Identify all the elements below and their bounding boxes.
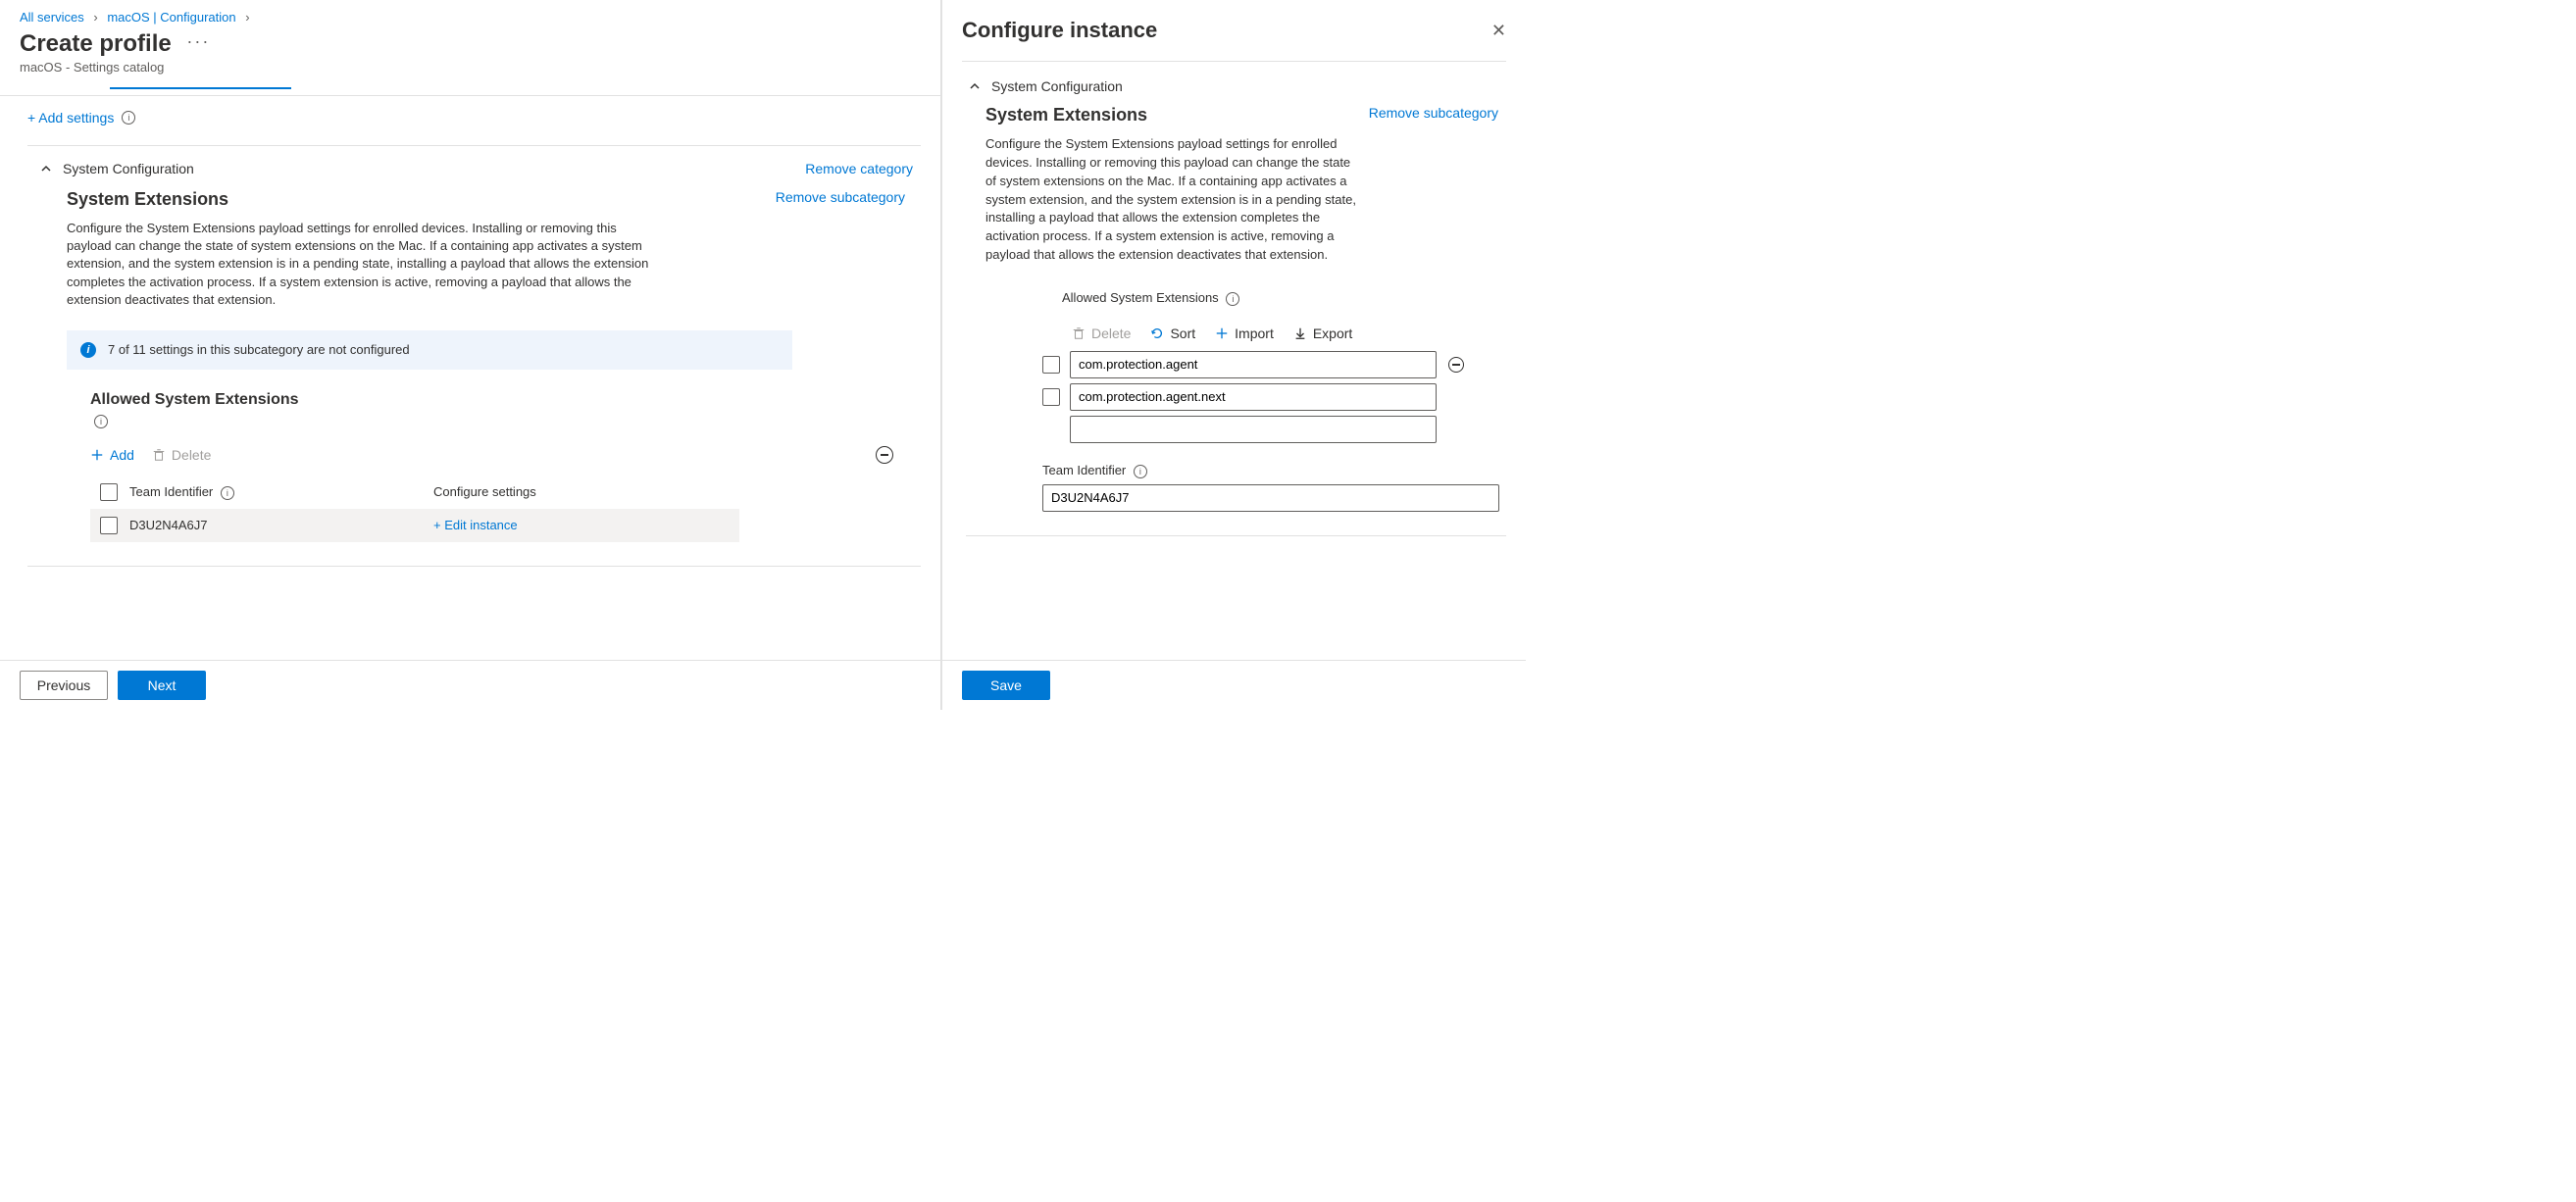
row-checkbox[interactable] <box>100 517 118 534</box>
info-icon[interactable]: i <box>94 415 108 428</box>
plus-icon <box>90 448 104 462</box>
breadcrumb: All services › macOS | Configuration › <box>0 0 940 30</box>
trash-icon <box>1072 326 1086 340</box>
info-icon[interactable]: i <box>122 111 135 125</box>
add-button[interactable]: Add <box>90 447 134 463</box>
subcategory-description: Configure the System Extensions payload … <box>67 220 655 309</box>
page-subtitle: macOS - Settings catalog <box>20 60 921 75</box>
col-configure-settings: Configure settings <box>433 484 730 499</box>
ext-input-1[interactable] <box>1070 383 1437 411</box>
more-dots[interactable]: ··· <box>186 31 210 52</box>
panel-sort-button[interactable]: Sort <box>1150 326 1195 341</box>
ext-input-0[interactable] <box>1070 351 1437 378</box>
save-button[interactable]: Save <box>962 671 1050 700</box>
ext-checkbox-1[interactable] <box>1042 388 1060 406</box>
chevron-up-icon[interactable] <box>37 160 55 177</box>
panel-title: Configure instance <box>962 18 1157 43</box>
chevron-up-icon[interactable] <box>966 77 984 95</box>
panel-category-title: System Configuration <box>991 78 1123 94</box>
wizard-tabs <box>0 86 940 96</box>
table-row[interactable]: D3U2N4A6J7 + Edit instance <box>90 509 739 542</box>
info-icon: i <box>80 342 96 358</box>
info-icon[interactable]: i <box>1134 465 1147 478</box>
ext-input-2[interactable] <box>1070 416 1437 443</box>
row-team-id: D3U2N4A6J7 <box>129 518 433 532</box>
panel-export-button[interactable]: Export <box>1293 326 1352 341</box>
breadcrumb-all-services[interactable]: All services <box>20 10 84 25</box>
select-all-checkbox[interactable] <box>100 483 118 501</box>
page-title: Create profile <box>20 30 172 58</box>
sort-icon <box>1150 326 1164 340</box>
panel-description: Configure the System Extensions payload … <box>966 135 1358 265</box>
panel-sub-title: System Extensions <box>985 105 1147 125</box>
edit-instance-link[interactable]: + Edit instance <box>433 518 518 532</box>
panel-delete-button: Delete <box>1072 326 1131 341</box>
panel-allowed-label: Allowed System Extensions <box>1062 290 1219 305</box>
remove-row-icon[interactable] <box>1448 357 1464 373</box>
panel-remove-subcategory-link[interactable]: Remove subcategory <box>1369 105 1498 121</box>
breadcrumb-sep: › <box>93 10 97 25</box>
active-tab-underline <box>110 87 291 89</box>
info-banner-text: 7 of 11 settings in this subcategory are… <box>108 342 410 357</box>
next-button[interactable]: Next <box>118 671 206 700</box>
breadcrumb-sep: › <box>245 10 249 25</box>
close-icon[interactable]: ✕ <box>1491 21 1506 41</box>
add-settings-button[interactable]: + Add settings i <box>27 110 135 125</box>
breadcrumb-macos-config[interactable]: macOS | Configuration <box>107 10 235 25</box>
trash-icon <box>152 448 166 462</box>
subcategory-title: System Extensions <box>67 189 228 210</box>
previous-button[interactable]: Previous <box>20 671 108 700</box>
col-team-identifier: Team Identifier <box>129 484 213 499</box>
allowed-extensions-heading: Allowed System Extensions <box>90 391 913 409</box>
collapse-icon[interactable] <box>876 446 893 464</box>
panel-import-button[interactable]: Import <box>1215 326 1274 341</box>
panel-team-label: Team Identifier <box>1042 463 1126 477</box>
info-icon[interactable]: i <box>221 486 234 500</box>
info-icon[interactable]: i <box>1226 292 1239 306</box>
plus-icon <box>1215 326 1229 340</box>
ext-checkbox-0[interactable] <box>1042 356 1060 374</box>
category-title: System Configuration <box>63 161 194 176</box>
remove-subcategory-link[interactable]: Remove subcategory <box>776 189 905 205</box>
panel-team-input[interactable] <box>1042 484 1499 512</box>
remove-category-link[interactable]: Remove category <box>805 161 913 176</box>
delete-button: Delete <box>152 447 211 463</box>
info-banner: i 7 of 11 settings in this subcategory a… <box>67 330 792 370</box>
download-icon <box>1293 326 1307 340</box>
